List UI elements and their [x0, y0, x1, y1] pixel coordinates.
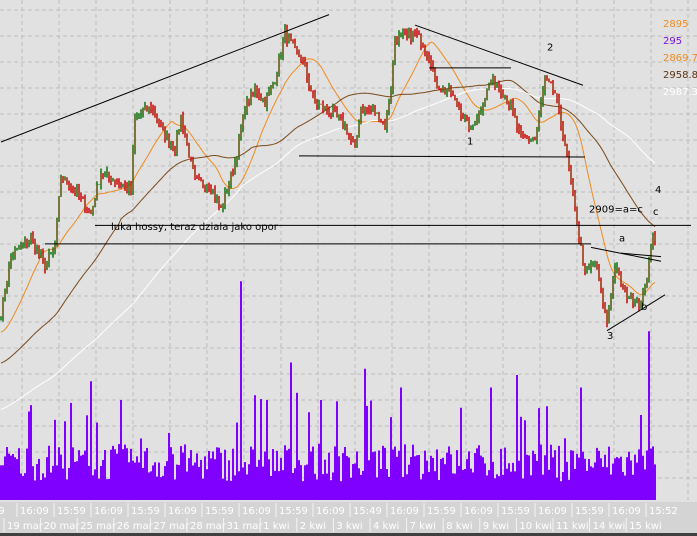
time-tick-label: 15:59 [57, 506, 86, 517]
time-tick-label: 15:59 [501, 506, 530, 517]
chart-annotation: luka hossy, teraz dziala jako opor [111, 222, 279, 233]
chart-canvas: luka hossy, teraz dziala jako opor 1 2 3 4 c a… [0, 0, 697, 536]
trendline [298, 155, 586, 158]
chart-annotation: b [641, 302, 647, 313]
date-tick-label: 19 mar [7, 521, 44, 532]
date-tick-label: 26 mar [117, 521, 154, 532]
price-bars [0, 24, 656, 328]
time-tick-label: 16:09 [538, 506, 567, 517]
date-tick-label: 3 kwi [336, 521, 362, 532]
date-tick-label: 28 mar [190, 521, 227, 532]
time-tick-label: 09 [0, 506, 5, 517]
date-tick-label: 7 kwi [410, 521, 436, 532]
chart-annotation: a [619, 234, 625, 245]
time-axis: 09 16:09 15:59 16:09 15:59 16:09 15:59 16:09 15:… [0, 502, 697, 536]
trendline [0, 14, 330, 143]
date-tick-label: 27 mar [153, 521, 190, 532]
chart-annotation: 2909=a=c [589, 205, 643, 216]
date-tick-label: 4 kwi [373, 521, 399, 532]
trendline [414, 24, 584, 86]
time-tick-label: 16:09 [94, 506, 123, 517]
time-tick-label: 15:59 [131, 506, 160, 517]
time-tick-label: 16:09 [20, 506, 49, 517]
time-tick-label: 16:09 [390, 506, 419, 517]
time-tick-label: 16:09 [168, 506, 197, 517]
date-tick-label: 8 kwi [446, 521, 472, 532]
date-tick-label: 25 mar [80, 521, 117, 532]
date-tick-label: 31 mar [227, 521, 264, 532]
time-tick-label: 15:59 [427, 506, 456, 517]
legend-value: 2958.8 [663, 70, 697, 81]
legend-value: 295 [663, 36, 683, 47]
chart-annotation: 4 [655, 185, 661, 196]
time-tick-label: 16:09 [316, 506, 345, 517]
time-tick-label: 15:59 [205, 506, 234, 517]
date-tick-label: 15 kwi [629, 521, 662, 532]
chart-annotation: 2 [547, 43, 553, 54]
date-tick-label: 20 mar [44, 521, 81, 532]
time-tick-label: 16:09 [464, 506, 493, 517]
moving-average-line [0, 87, 656, 410]
trendline [606, 294, 666, 332]
date-tick-label: 1 kwi [263, 521, 289, 532]
time-tick-label: 15:49 [353, 506, 382, 517]
time-tick-label: 16:09 [242, 506, 271, 517]
date-tick-label: 10 kwi [519, 521, 552, 532]
legend-value: 2895 [663, 19, 689, 30]
chart-annotation: c [653, 207, 659, 218]
date-tick-label: 11 kwi [556, 521, 589, 532]
volume-bars [0, 281, 656, 500]
chart-annotation: 1 [467, 136, 473, 147]
date-tick-label: 14 kwi [593, 521, 626, 532]
time-tick-label: 15:52 [649, 506, 678, 517]
date-tick-label: 2 kwi [300, 521, 326, 532]
grid [0, 0, 697, 500]
moving-average-line [0, 41, 656, 333]
time-tick-label: 16:09 [612, 506, 641, 517]
date-tick-label: 9 kwi [483, 521, 509, 532]
time-tick-label: 15:59 [575, 506, 604, 517]
chart-annotation: 3 [607, 331, 613, 342]
time-tick-label: 15:59 [279, 506, 308, 517]
stock-chart: luka hossy, teraz dziala jako opor 1 2 3 4 c a… [0, 0, 697, 536]
moving-average-line [0, 79, 656, 364]
legend-value: 2869.7 [663, 53, 697, 64]
legend-value: 2987.3 [663, 87, 697, 98]
